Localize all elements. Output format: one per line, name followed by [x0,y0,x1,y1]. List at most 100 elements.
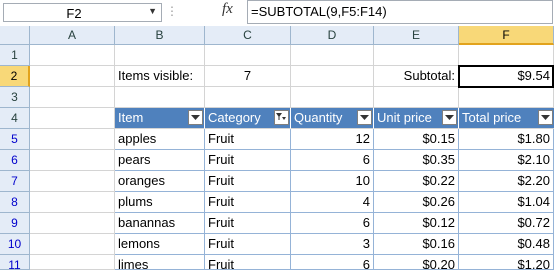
table-cell-item[interactable]: apples [115,129,205,150]
grid-cell[interactable] [30,213,115,234]
items-visible-label[interactable]: Items visible: [115,66,205,87]
table-header-unit-price[interactable]: Unit price [374,108,459,129]
row-header-8[interactable]: 8 [0,192,30,213]
column-header-c[interactable]: C [205,26,291,45]
table-cell-quantity[interactable]: 6 [291,150,374,171]
row-header-9[interactable]: 9 [0,213,30,234]
filter-dropdown-icon[interactable] [538,110,553,125]
grid-cell[interactable] [459,45,554,66]
filter-dropdown-icon[interactable] [188,110,203,125]
table-header-label: Unit price [377,110,432,125]
table-cell-quantity[interactable]: 12 [291,129,374,150]
grid-cell[interactable] [30,234,115,255]
name-box-value: F2 [66,6,82,21]
table-cell-total-price[interactable]: $2.10 [459,150,554,171]
table-cell-category[interactable]: Fruit [205,234,291,255]
grid-cell[interactable] [30,129,115,150]
table-cell-quantity[interactable]: 3 [291,234,374,255]
column-header-a[interactable]: A [30,26,115,45]
table-cell-category[interactable]: Fruit [205,171,291,192]
table-cell-quantity[interactable]: 6 [291,255,374,270]
table-cell-unit-price[interactable]: $0.16 [374,234,459,255]
table-cell-total-price[interactable]: $2.20 [459,171,554,192]
table-cell-unit-price[interactable]: $0.15 [374,129,459,150]
row-header-6[interactable]: 6 [0,150,30,171]
row-header-1[interactable]: 1 [0,45,30,66]
grid-cell[interactable] [374,87,459,108]
row-header-2[interactable]: 2 [0,66,30,87]
table-cell-unit-price[interactable]: $0.12 [374,213,459,234]
grid-cell[interactable] [115,87,205,108]
table-cell-item[interactable]: plums [115,192,205,213]
row-header-7[interactable]: 7 [0,171,30,192]
grid-cell[interactable] [30,171,115,192]
filter-dropdown-icon[interactable] [357,110,372,125]
grid-cell[interactable] [459,87,554,108]
grid-cell[interactable] [30,192,115,213]
table-cell-quantity[interactable]: 6 [291,213,374,234]
table-header-label: Category [208,110,261,125]
active-cell-border [458,65,554,88]
table-cell-item[interactable]: limes [115,255,205,270]
row-header-11[interactable]: 11 [0,255,30,272]
table-cell-category[interactable]: Fruit [205,129,291,150]
grid-cell[interactable] [291,87,374,108]
table-cell-category[interactable]: Fruit [205,192,291,213]
table-header-item[interactable]: Item [115,108,205,129]
table-header-label: Quantity [294,110,343,125]
grid-cell[interactable] [205,87,291,108]
grid-cell[interactable] [291,45,374,66]
insert-function-icon[interactable]: fx [222,1,233,18]
grid-cell[interactable] [291,66,374,87]
table-cell-quantity[interactable]: 10 [291,171,374,192]
grid-cell[interactable] [30,45,115,66]
table-cell-unit-price[interactable]: $0.20 [374,255,459,270]
formula-text: =SUBTOTAL(9,F5:F14) [251,4,387,19]
table-header-label: Item [118,110,144,125]
chevron-down-icon[interactable]: ▼ [148,6,157,16]
table-cell-item[interactable]: lemons [115,234,205,255]
table-cell-quantity[interactable]: 4 [291,192,374,213]
table-header-quantity[interactable]: Quantity [291,108,374,129]
grid-cell[interactable] [30,108,115,129]
row-header-4[interactable]: 4 [0,108,30,129]
table-cell-item[interactable]: pears [115,150,205,171]
table-cell-unit-price[interactable]: $0.35 [374,150,459,171]
table-cell-unit-price[interactable]: $0.22 [374,171,459,192]
column-header-d[interactable]: D [291,26,374,45]
row-header-5[interactable]: 5 [0,129,30,150]
column-header-b[interactable]: B [115,26,205,45]
formula-input[interactable]: =SUBTOTAL(9,F5:F14) [247,0,553,24]
name-box[interactable]: F2 ▼ [3,3,162,22]
table-header-total-price[interactable]: Total price [459,108,554,129]
table-cell-category[interactable]: Fruit [205,150,291,171]
row-header-10[interactable]: 10 [0,234,30,255]
table-cell-category[interactable]: Fruit [205,213,291,234]
table-cell-total-price[interactable]: $0.72 [459,213,554,234]
grid-cell[interactable] [30,87,115,108]
table-header-label: Total price [462,110,522,125]
table-cell-total-price[interactable]: $1.20 [459,255,554,270]
grid-cell[interactable] [30,255,115,270]
grid-cell[interactable] [115,45,205,66]
grid-cell[interactable] [205,45,291,66]
subtotal-label[interactable]: Subtotal: [374,66,459,87]
table-cell-total-price[interactable]: $1.80 [459,129,554,150]
table-cell-item[interactable]: oranges [115,171,205,192]
grid-cell[interactable] [30,150,115,171]
table-header-category[interactable]: Category [205,108,291,129]
table-cell-total-price[interactable]: $0.48 [459,234,554,255]
filter-dropdown-icon[interactable] [442,110,457,125]
column-header-f[interactable]: F [459,26,554,45]
table-cell-unit-price[interactable]: $0.26 [374,192,459,213]
grid-cell[interactable] [374,45,459,66]
table-cell-total-price[interactable]: $1.04 [459,192,554,213]
table-cell-item[interactable]: banannas [115,213,205,234]
grid-cell[interactable] [30,66,115,87]
column-header-e[interactable]: E [374,26,459,45]
table-cell-category[interactable]: Fruit [205,255,291,270]
row-header-3[interactable]: 3 [0,87,30,108]
select-all-corner[interactable] [0,26,30,45]
filter-applied-icon[interactable] [274,110,289,125]
items-visible-value[interactable]: 7 [205,66,291,87]
